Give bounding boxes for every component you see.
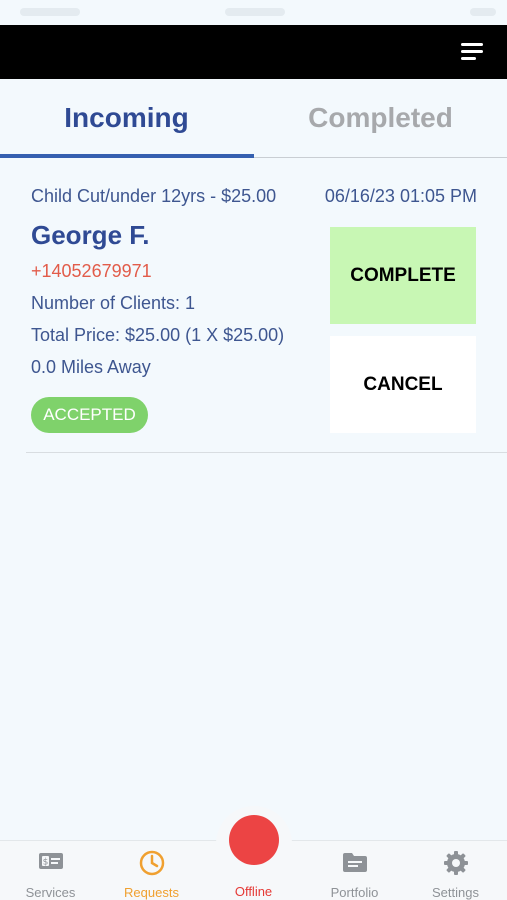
status-time <box>225 8 285 16</box>
offline-label: Offline <box>234 884 273 899</box>
client-phone-link[interactable]: +14052679971 <box>31 261 152 282</box>
nav-services-label: Services <box>25 885 76 900</box>
clock-icon <box>139 850 164 876</box>
top-navbar <box>0 25 507 79</box>
complete-button[interactable]: COMPLETE <box>330 227 476 324</box>
nav-services[interactable]: $ Services <box>0 841 101 900</box>
service-label: Child Cut/under 12yrs - $25.00 <box>31 186 277 206</box>
cancel-button[interactable]: CANCEL <box>330 336 476 433</box>
status-battery <box>470 8 496 16</box>
menu-icon[interactable] <box>461 43 483 61</box>
nav-settings[interactable]: Settings <box>405 841 506 900</box>
distance-away: 0.0 Miles Away <box>31 357 151 377</box>
status-bar <box>0 0 507 25</box>
offline-toggle-button[interactable] <box>229 815 279 865</box>
tab-completed[interactable]: Completed <box>254 79 507 157</box>
folder-icon <box>342 853 367 872</box>
status-carrier <box>20 8 80 16</box>
nav-requests[interactable]: Requests <box>101 841 202 900</box>
nav-requests-label: Requests <box>124 885 179 900</box>
request-datetime: 06/16/23 01:05 PM <box>324 186 477 206</box>
nav-portfolio[interactable]: Portfolio <box>304 841 405 900</box>
money-icon: $ <box>38 853 63 869</box>
status-badge: ACCEPTED <box>31 397 148 433</box>
request-card: Child Cut/under 12yrs - $25.00 06/16/23 … <box>0 160 507 454</box>
gear-icon <box>443 851 468 875</box>
client-name: George F. <box>31 220 150 250</box>
request-tabs: Incoming Completed <box>0 79 507 159</box>
number-of-clients: Number of Clients: 1 <box>31 293 196 313</box>
nav-portfolio-label: Portfolio <box>330 885 379 900</box>
card-divider <box>26 452 507 453</box>
svg-text:$: $ <box>42 858 48 868</box>
total-price: Total Price: $25.00 (1 X $25.00) <box>31 325 285 345</box>
nav-settings-label: Settings <box>432 885 479 900</box>
active-tab-indicator <box>0 154 254 158</box>
tab-incoming[interactable]: Incoming <box>0 79 253 157</box>
